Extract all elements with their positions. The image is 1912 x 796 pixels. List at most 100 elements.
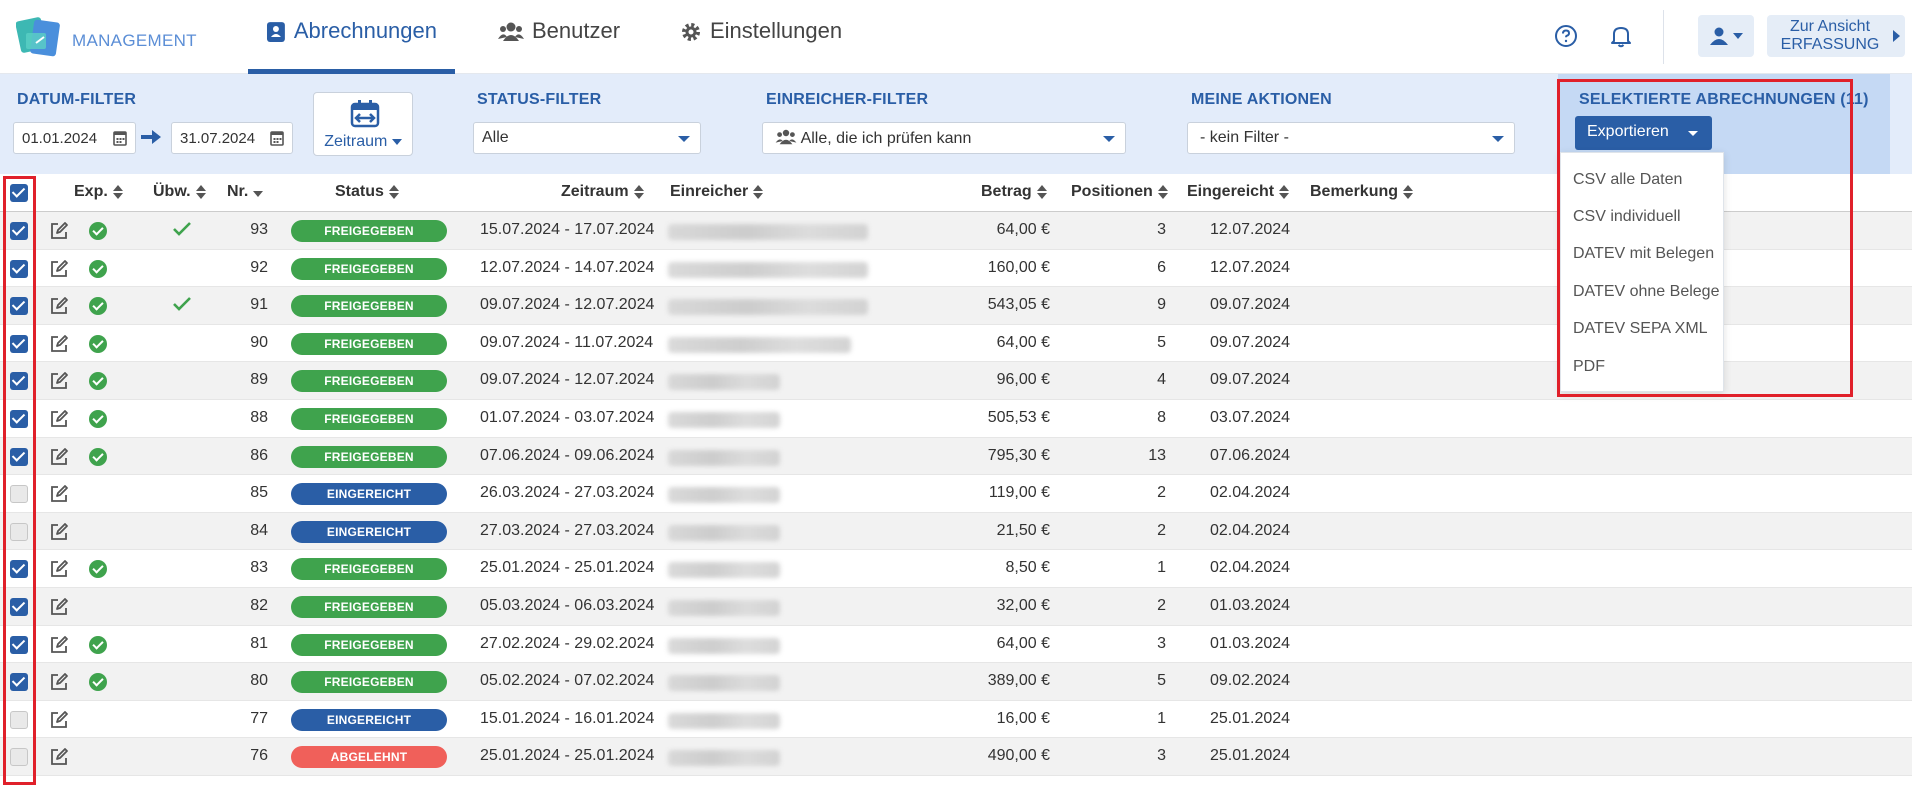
export-dropdown-menu: CSV alle Daten CSV individuell DATEV mit…	[1560, 152, 1724, 392]
table-row[interactable]: 77 EINGEREICHT 15.01.2024 - 16.01.2024 16,0…	[0, 701, 1912, 739]
row-select-checkbox[interactable]	[10, 485, 28, 504]
cell-zeitraum: 27.02.2024 - 29.02.2024	[480, 634, 655, 652]
table-row[interactable]: 82 FREIGEGEBEN 05.03.2024 - 06.03.2024 32,0…	[0, 588, 1912, 626]
notifications-button[interactable]	[1607, 22, 1635, 50]
tab-einstellungen[interactable]: Einstellungen	[662, 18, 860, 74]
user-menu-button[interactable]	[1698, 15, 1754, 57]
date-to-input[interactable]: 31.07.2024	[171, 122, 293, 154]
row-select-checkbox[interactable]	[10, 560, 28, 579]
export-button[interactable]: Exportieren	[1575, 116, 1712, 150]
period-button[interactable]: Zeitraum	[313, 92, 413, 156]
cell-betrag: 16,00 €	[996, 709, 1050, 727]
row-select-checkbox[interactable]	[10, 297, 28, 316]
cell-nr: 83	[250, 559, 268, 577]
submitter-filter-select[interactable]: Alle, die ich prüfen kann	[762, 122, 1126, 154]
date-filter-label: DATUM-FILTER	[17, 91, 137, 108]
edit-icon[interactable]	[49, 371, 69, 391]
edit-icon[interactable]	[49, 710, 69, 730]
row-select-checkbox[interactable]	[10, 522, 28, 541]
edit-icon[interactable]	[49, 635, 69, 655]
cell-positionen: 5	[1157, 333, 1166, 351]
column-header-uebw[interactable]: Übw.	[153, 183, 206, 201]
edit-icon[interactable]	[49, 484, 69, 504]
edit-icon[interactable]	[49, 409, 69, 429]
status-badge: FREIGEGEBEN	[291, 596, 447, 618]
status-badge: FREIGEGEBEN	[291, 257, 447, 280]
table-row[interactable]: 83 FREIGEGEBEN 25.01.2024 - 25.01.2024 8,50…	[0, 550, 1912, 588]
column-header-positionen[interactable]: Positionen	[1071, 183, 1168, 201]
table-row[interactable]: 88 FREIGEGEBEN 01.07.2024 - 03.07.2024 505,…	[0, 400, 1912, 438]
row-select-checkbox[interactable]	[10, 673, 28, 692]
edit-icon[interactable]	[49, 559, 69, 579]
caret-right-icon	[1893, 30, 1900, 42]
cell-nr: 82	[250, 597, 268, 614]
edit-icon[interactable]	[49, 259, 69, 279]
submitter-name-redacted	[668, 449, 780, 466]
table-row[interactable]: 84 EINGEREICHT 27.03.2024 - 27.03.2024 21,5…	[0, 512, 1912, 551]
status-badge: EINGEREICHT	[291, 520, 447, 543]
export-option-datev-without-receipts[interactable]: DATEV ohne Belege	[1573, 283, 1719, 301]
cell-zeitraum: 25.01.2024 - 25.01.2024	[480, 747, 655, 765]
cell-nr: 85	[250, 484, 268, 502]
row-select-checkbox[interactable]	[10, 334, 28, 353]
status-filter-select[interactable]: Alle	[473, 122, 701, 154]
export-option-csv-all[interactable]: CSV alle Daten	[1573, 171, 1682, 189]
row-select-checkbox[interactable]	[10, 222, 28, 240]
status-badge: EINGEREICHT	[291, 483, 447, 506]
row-select-checkbox[interactable]	[10, 635, 28, 654]
edit-icon[interactable]	[49, 447, 69, 467]
row-select-checkbox[interactable]	[10, 598, 28, 616]
row-select-checkbox[interactable]	[10, 372, 28, 391]
table-row[interactable]: 86 FREIGEGEBEN 07.06.2024 - 09.06.2024 795,…	[0, 437, 1912, 476]
submitter-name-redacted	[668, 412, 780, 428]
cell-betrag: 96,00 €	[996, 371, 1050, 389]
column-header-status[interactable]: Status	[335, 183, 399, 201]
cell-betrag: 64,00 €	[996, 221, 1050, 238]
my-actions-filter-select[interactable]: - kein Filter -	[1187, 122, 1515, 154]
column-header-einreicher[interactable]: Einreicher	[670, 183, 764, 201]
select-all-checkbox[interactable]	[10, 184, 28, 202]
column-header-exp[interactable]: Exp.	[74, 183, 123, 201]
cell-positionen: 3	[1157, 747, 1166, 765]
column-header-nr[interactable]: Nr.	[227, 183, 264, 201]
date-from-input[interactable]: 01.01.2024	[13, 122, 136, 154]
export-option-csv-individual[interactable]: CSV individuell	[1573, 208, 1681, 226]
tab-benutzer[interactable]: Benutzer	[480, 18, 638, 74]
row-select-checkbox[interactable]	[10, 710, 28, 729]
table-row[interactable]: 85 EINGEREICHT 26.03.2024 - 27.03.2024 119,…	[0, 475, 1912, 513]
edit-icon[interactable]	[49, 296, 69, 316]
table-row[interactable]: 76 ABGELEHNT 25.01.2024 - 25.01.2024 490,00…	[0, 738, 1912, 776]
tab-abrechnungen[interactable]: Abrechnungen	[248, 18, 455, 74]
column-header-zeitraum[interactable]: Zeitraum	[561, 183, 644, 201]
edit-icon[interactable]	[49, 672, 69, 692]
edit-icon[interactable]	[49, 522, 69, 542]
edit-icon[interactable]	[49, 334, 69, 354]
column-header-bemerkung[interactable]: Bemerkung	[1310, 183, 1414, 201]
sort-icon	[633, 185, 644, 199]
exported-check-icon	[89, 259, 107, 278]
export-option-pdf[interactable]: PDF	[1573, 358, 1605, 376]
row-select-checkbox[interactable]	[10, 410, 28, 428]
edit-icon[interactable]	[49, 221, 69, 241]
column-header-betrag[interactable]: Betrag	[981, 183, 1047, 201]
export-option-datev-with-receipts[interactable]: DATEV mit Belegen	[1573, 245, 1714, 263]
switch-view-button[interactable]: Zur Ansicht ERFASSUNG	[1767, 15, 1905, 57]
cell-zeitraum: 26.03.2024 - 27.03.2024	[480, 484, 655, 502]
submitter-name-redacted	[668, 487, 780, 504]
export-option-datev-sepa-xml[interactable]: DATEV SEPA XML	[1573, 320, 1708, 338]
cell-betrag: 32,00 €	[996, 597, 1050, 614]
row-select-checkbox[interactable]	[10, 259, 28, 278]
column-header-eingereicht[interactable]: Eingereicht	[1187, 183, 1290, 201]
cell-nr: 80	[250, 672, 268, 690]
cell-betrag: 64,00 €	[996, 634, 1050, 652]
cell-positionen: 6	[1157, 258, 1166, 276]
cell-nr: 90	[250, 333, 268, 351]
edit-icon[interactable]	[49, 747, 69, 767]
chevron-down-icon	[1733, 33, 1743, 39]
help-button[interactable]	[1552, 22, 1580, 50]
edit-icon[interactable]	[49, 597, 69, 617]
row-select-checkbox[interactable]	[10, 447, 28, 466]
row-select-checkbox[interactable]	[10, 748, 28, 767]
table-row[interactable]: 80 FREIGEGEBEN 05.02.2024 - 07.02.2024 389,…	[0, 663, 1912, 701]
table-row[interactable]: 81 FREIGEGEBEN 27.02.2024 - 29.02.2024 64,0…	[0, 626, 1912, 664]
